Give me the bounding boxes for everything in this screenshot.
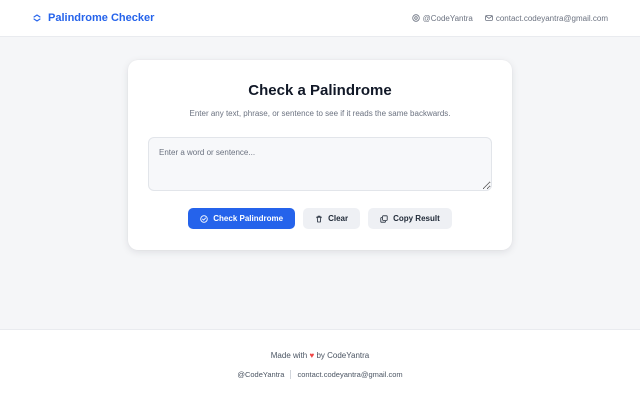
top-header: Palindrome Checker @CodeYantra contact.c…: [0, 0, 640, 37]
header-email-text: contact.codeyantra@gmail.com: [495, 13, 608, 23]
action-buttons: Check Palindrome Clear Copy Result: [128, 208, 512, 229]
clear-button[interactable]: Clear: [303, 208, 361, 229]
clear-label: Clear: [328, 214, 349, 223]
check-circle-icon: [200, 214, 208, 223]
check-palindrome-button[interactable]: Check Palindrome: [188, 208, 296, 229]
brand[interactable]: Palindrome Checker: [32, 12, 154, 24]
swap-arrows-icon: [32, 13, 42, 23]
header-email-link[interactable]: contact.codeyantra@gmail.com: [485, 14, 608, 23]
brand-title: Palindrome Checker: [48, 12, 155, 24]
footer-author: by CodeYantra: [316, 351, 370, 360]
copy-result-button[interactable]: Copy Result: [368, 208, 452, 229]
footer-credit: Made with ♥ by CodeYantra: [0, 351, 640, 360]
header-handle-text: @CodeYantra: [422, 13, 473, 23]
card-subtitle: Enter any text, phrase, or sentence to s…: [189, 109, 451, 118]
copy-result-label: Copy Result: [393, 214, 440, 223]
at-icon: [411, 14, 420, 22]
footer-handle-link[interactable]: @CodeYantra: [237, 370, 284, 379]
heart-icon: ♥: [309, 351, 315, 360]
footer-divider: [290, 370, 292, 379]
mail-icon: [485, 14, 493, 22]
page-footer: Made with ♥ by CodeYantra @CodeYantra co…: [0, 329, 640, 400]
footer-made-with: Made with: [270, 351, 308, 360]
text-input[interactable]: [148, 137, 492, 191]
card-title: Check a Palindrome: [248, 82, 392, 99]
palindrome-card: Check a Palindrome Enter any text, phras…: [128, 60, 512, 250]
header-links: @CodeYantra contact.codeyantra@gmail.com: [411, 13, 608, 23]
check-palindrome-label: Check Palindrome: [213, 214, 284, 223]
trash-icon: [315, 215, 323, 223]
footer-email-link[interactable]: contact.codeyantra@gmail.com: [297, 370, 402, 379]
header-handle-link[interactable]: @CodeYantra: [411, 13, 473, 23]
copy-icon: [380, 214, 388, 223]
text-input-wrapper: [148, 137, 492, 191]
footer-links: @CodeYantra contact.codeyantra@gmail.com: [0, 370, 640, 379]
